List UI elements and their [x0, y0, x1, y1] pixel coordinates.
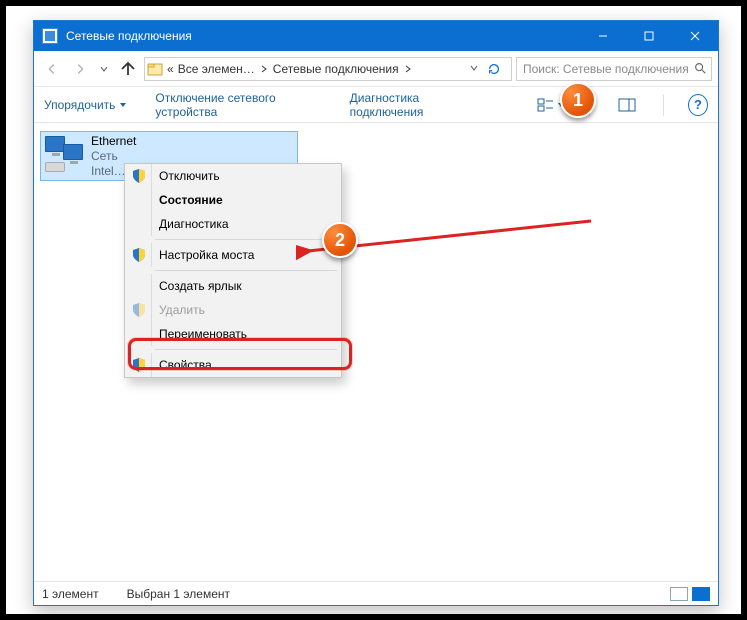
item-count: 1 элемент [42, 587, 99, 601]
search-box[interactable]: Поиск: Сетевые подключения [516, 57, 712, 81]
maximize-button[interactable] [626, 21, 672, 51]
explorer-window: Сетевые подключения « Все элемен… Сетевы… [33, 20, 719, 606]
ethernet-adapter-icon [45, 136, 85, 176]
control-panel-icon [42, 28, 58, 44]
ctx-properties[interactable]: Свойства [125, 353, 341, 377]
command-bar: Упорядочить Отключение сетевого устройст… [34, 87, 718, 123]
annotation-callout-2: 2 [322, 222, 358, 258]
titlebar: Сетевые подключения [34, 21, 718, 51]
search-icon [693, 61, 707, 78]
disable-device-button[interactable]: Отключение сетевого устройства [155, 91, 321, 119]
nav-history-dropdown[interactable] [96, 57, 112, 81]
nav-forward-button[interactable] [68, 57, 92, 81]
help-button[interactable]: ? [688, 94, 708, 116]
organize-menu[interactable]: Упорядочить [44, 98, 127, 112]
breadcrumb-item[interactable]: Все элемен… [178, 62, 255, 76]
search-placeholder: Поиск: Сетевые подключения [523, 62, 689, 76]
ctx-disable[interactable]: Отключить [125, 164, 341, 188]
ctx-delete: Удалить [125, 298, 341, 322]
location-icon [147, 61, 163, 77]
menu-separator [155, 270, 337, 271]
uac-shield-icon [131, 168, 147, 184]
window-controls [580, 21, 718, 51]
uac-shield-icon [131, 247, 147, 263]
annotation-callout-1: 1 [560, 82, 596, 118]
ctx-status[interactable]: Состояние [125, 188, 341, 212]
view-tiles-button[interactable] [692, 587, 710, 601]
adapter-name: Ethernet [91, 134, 136, 149]
view-details-button[interactable] [670, 587, 688, 601]
breadcrumb-prefix: « [167, 62, 174, 76]
menu-separator [155, 239, 337, 240]
view-mode-buttons [670, 587, 710, 601]
chevron-right-icon[interactable] [259, 65, 269, 73]
diagnose-button[interactable]: Диагностика подключения [350, 91, 482, 119]
status-bar: 1 элемент Выбран 1 элемент [34, 581, 718, 605]
adapter-network: Сеть [91, 149, 136, 164]
close-button[interactable] [672, 21, 718, 51]
nav-up-button[interactable] [116, 57, 140, 81]
ctx-create-shortcut[interactable]: Создать ярлык [125, 274, 341, 298]
ctx-bridge[interactable]: Настройка моста [125, 243, 341, 267]
breadcrumb-item[interactable]: Сетевые подключения [273, 62, 399, 76]
chevron-right-icon[interactable] [403, 65, 413, 73]
selection-count: Выбран 1 элемент [127, 587, 230, 601]
ctx-rename[interactable]: Переименовать [125, 322, 341, 346]
refresh-button[interactable] [483, 58, 505, 80]
screenshot-frame: Сетевые подключения « Все элемен… Сетевы… [0, 0, 747, 620]
content-area: Ethernet Сеть Intel… Отключить Состояние… [34, 123, 718, 581]
context-menu: Отключить Состояние Диагностика Настройк… [124, 163, 342, 378]
window-title: Сетевые подключения [66, 29, 580, 43]
navigation-bar: « Все элемен… Сетевые подключения Поиск:… [34, 51, 718, 87]
nav-back-button[interactable] [40, 57, 64, 81]
address-bar[interactable]: « Все элемен… Сетевые подключения [144, 57, 512, 81]
uac-shield-icon [131, 357, 147, 373]
minimize-button[interactable] [580, 21, 626, 51]
dropdown-arrow-icon [119, 101, 127, 109]
menu-separator [155, 349, 337, 350]
ctx-diagnose[interactable]: Диагностика [125, 212, 341, 236]
address-dropdown-icon[interactable] [469, 62, 479, 76]
preview-pane-button[interactable] [614, 94, 639, 116]
uac-shield-icon [131, 302, 147, 318]
